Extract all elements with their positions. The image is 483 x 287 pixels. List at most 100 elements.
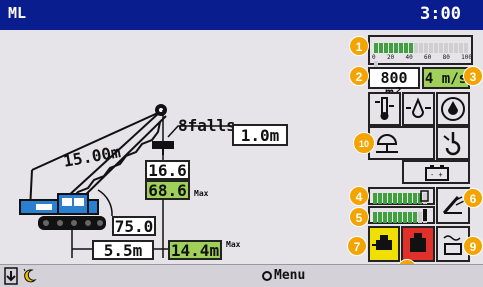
load-ratio-scale: 0 20 40 60 80 100 bbox=[372, 54, 472, 61]
load-ratio-segment bbox=[424, 43, 428, 53]
coolant-temp-gauge bbox=[368, 206, 435, 224]
hydraulic-temp-cell bbox=[368, 92, 401, 126]
fuel-segment bbox=[408, 193, 412, 204]
battery-icon: - + bbox=[425, 165, 449, 181]
oil-drop-icon bbox=[441, 97, 465, 121]
badge-9: 9 bbox=[463, 236, 483, 256]
load-ratio-bar: 0 20 40 60 80 100 bbox=[368, 35, 473, 71]
oil-level-cell bbox=[402, 92, 435, 126]
hook-icon bbox=[443, 132, 461, 156]
fuel-segment bbox=[413, 193, 417, 204]
load-ratio-segment bbox=[444, 43, 448, 53]
engine-oil-icon bbox=[372, 235, 392, 250]
sun-icon[interactable] bbox=[20, 267, 38, 285]
badge-3: 3 bbox=[463, 66, 483, 86]
fuel-segment bbox=[403, 193, 407, 204]
load-ratio-segment bbox=[419, 43, 423, 53]
fuel-gauge bbox=[368, 187, 435, 205]
engine-warning-red bbox=[401, 226, 435, 262]
mode-title: ML bbox=[8, 4, 27, 22]
rated-load-max-label: Max bbox=[194, 189, 209, 198]
load-ratio-segment bbox=[404, 43, 408, 53]
lamp-cell bbox=[368, 126, 435, 160]
lamp-icon bbox=[376, 134, 398, 153]
fuel-segment bbox=[383, 193, 387, 204]
engine-warning-yellow bbox=[368, 226, 400, 262]
load-ratio-segment bbox=[374, 43, 378, 53]
actual-load-value: 16.6 bbox=[145, 160, 190, 180]
boom-tip-sheave bbox=[155, 104, 167, 116]
load-ratio-segment bbox=[379, 43, 383, 53]
load-ratio-tick: 40 bbox=[405, 54, 413, 61]
crane-body bbox=[19, 193, 99, 215]
wind-area-value: 800 m² bbox=[368, 67, 420, 101]
load-ratio-segment bbox=[439, 43, 443, 53]
load-ratio-tick: 60 bbox=[424, 54, 432, 61]
boom-angle-value: 75.0 bbox=[112, 216, 156, 236]
hook-cell bbox=[436, 126, 470, 160]
badge-4: 4 bbox=[349, 186, 369, 206]
max-radius-value: 14.4m bbox=[168, 240, 222, 260]
load-ratio-segment bbox=[464, 43, 468, 53]
load-ratio-segment bbox=[429, 43, 433, 53]
menu-button[interactable]: Menu bbox=[262, 268, 305, 283]
title-bar: ML 3:00 bbox=[0, 0, 483, 30]
coolant-temp-segment bbox=[403, 212, 407, 223]
coolant-temp-segment bbox=[408, 212, 412, 223]
load-ratio-segment bbox=[394, 43, 398, 53]
load-ratio-tick: 20 bbox=[386, 54, 395, 61]
boom-angle-arc bbox=[97, 189, 113, 217]
coolant-temp-segment bbox=[373, 212, 377, 223]
coolant-temp-segment bbox=[413, 212, 417, 223]
oil-drop-cell bbox=[436, 92, 470, 126]
battery-cell: - + bbox=[402, 160, 470, 184]
emergency-stop-icon bbox=[410, 233, 426, 252]
load-ratio-segment bbox=[459, 43, 463, 53]
fuel-segment bbox=[398, 193, 402, 204]
fuel-segment bbox=[388, 193, 392, 204]
menu-circle-icon bbox=[262, 271, 272, 281]
coolant-temp-segment bbox=[398, 212, 402, 223]
hook-block bbox=[152, 141, 174, 155]
hydraulic-temp-icon bbox=[375, 97, 394, 120]
coolant-temp-segment bbox=[383, 212, 387, 223]
badge-5: 5 bbox=[349, 207, 369, 227]
load-ratio-segment bbox=[409, 43, 413, 53]
display-screen: ML 3:00 8falls 1.0m 15.00m 16.6 68.6 Max… bbox=[0, 0, 483, 287]
svg-text:- +: - + bbox=[430, 171, 443, 179]
fuel-icon bbox=[420, 190, 429, 202]
line-length-value: 1.0m bbox=[232, 124, 288, 146]
coolant-temp-segment bbox=[378, 212, 382, 223]
coolant-temp-segment bbox=[393, 212, 397, 223]
load-ratio-segment bbox=[384, 43, 388, 53]
rated-load-value: 68.6 bbox=[145, 180, 190, 200]
load-ratio-segment bbox=[454, 43, 458, 53]
load-ratio-segment bbox=[414, 43, 418, 53]
arrow-down-icon[interactable] bbox=[4, 267, 18, 285]
badge-6: 6 bbox=[463, 188, 483, 208]
max-radius-max-label: Max bbox=[226, 240, 241, 249]
badge-7: 7 bbox=[347, 236, 367, 256]
load-ratio-segment bbox=[449, 43, 453, 53]
load-ratio-segment bbox=[434, 43, 438, 53]
load-ratio-tick: 0 bbox=[372, 54, 376, 61]
load-ratio-segment bbox=[399, 43, 403, 53]
falls-label: 8falls bbox=[178, 116, 236, 135]
fuel-segment bbox=[378, 193, 382, 204]
bottom-bar: Menu bbox=[0, 264, 483, 287]
load-ratio-tick: 80 bbox=[442, 54, 450, 61]
crane-diagram bbox=[19, 104, 232, 258]
badge-2: 2 bbox=[349, 66, 369, 86]
fuel-segment bbox=[373, 193, 377, 204]
clock: 3:00 bbox=[420, 4, 461, 24]
menu-label: Menu bbox=[274, 268, 306, 283]
oil-level-icon bbox=[406, 97, 431, 118]
load-ratio-tick: 100 bbox=[461, 54, 472, 61]
load-ratio-segment bbox=[389, 43, 393, 53]
badge-10: 10 bbox=[353, 132, 375, 154]
fuel-segment bbox=[393, 193, 397, 204]
coolant-temp-segment bbox=[388, 212, 392, 223]
badge-1: 1 bbox=[349, 36, 369, 56]
working-radius-value: 5.5m bbox=[92, 240, 154, 260]
engine-temp-icon bbox=[423, 209, 427, 221]
